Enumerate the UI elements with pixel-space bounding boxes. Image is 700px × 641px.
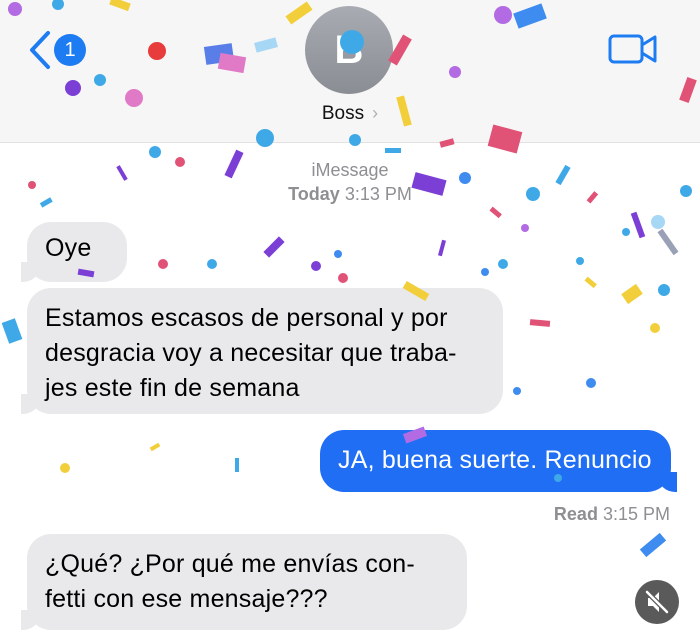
conversation-header: 1 B Boss › <box>0 0 700 143</box>
bubble-tail <box>659 472 677 492</box>
video-camera-icon <box>608 34 657 64</box>
read-label: Read <box>553 504 598 524</box>
contact-name: Boss <box>321 103 365 124</box>
chevron-right-icon: › <box>372 103 379 123</box>
message-line: ¿Qué? ¿Por qué me envías con- <box>45 550 415 578</box>
bubble-tail <box>21 262 39 282</box>
mute-icon <box>645 590 669 614</box>
service-label: iMessage <box>311 160 389 180</box>
message-bubble[interactable]: Oye <box>21 222 127 282</box>
mute-button[interactable] <box>635 580 679 624</box>
message-text: JA, buena suerte. Renuncio <box>338 446 652 474</box>
contact-avatar[interactable]: B <box>305 6 393 94</box>
back-button[interactable]: 1 <box>28 28 98 72</box>
contact-name-button[interactable]: Boss › <box>0 103 700 125</box>
message-bubble[interactable]: JA, buena suerte. Renuncio <box>320 430 677 492</box>
message-bubble[interactable]: ¿Qué? ¿Por qué me envías con- fetti con … <box>21 534 467 630</box>
video-call-button[interactable] <box>608 33 658 70</box>
message-line: desgracia voy a necesitar que traba- <box>45 339 457 367</box>
bubble-tail <box>21 610 39 630</box>
message-bubble[interactable]: Estamos escasos de personal y por desgra… <box>21 288 503 414</box>
message-line: Estamos escasos de personal y por <box>45 304 448 332</box>
message-line: fetti con ese mensaje??? <box>45 585 328 613</box>
bubble-tail <box>21 394 39 414</box>
conversation-timestamp: Today 3:13 PM <box>0 184 700 205</box>
message-line: jes este fin de semana <box>45 374 300 402</box>
unread-count-badge: 1 <box>54 34 86 66</box>
message-text: Oye <box>45 234 92 262</box>
back-chevron-icon <box>30 31 50 69</box>
read-receipt: Read 3:15 PM <box>554 504 670 525</box>
read-time: 3:15 PM <box>602 504 670 524</box>
timestamp-day: Today <box>288 184 340 204</box>
timestamp-time: 3:13 PM <box>344 184 412 204</box>
